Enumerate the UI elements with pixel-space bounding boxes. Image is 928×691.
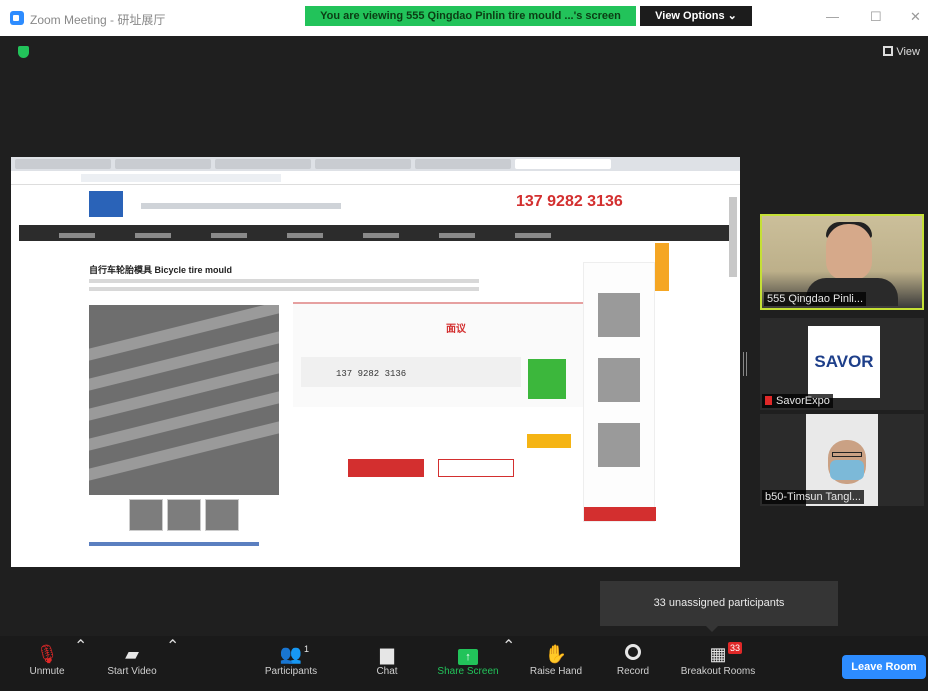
- browser-tab: [115, 159, 211, 169]
- browser-tab: [15, 159, 111, 169]
- breakout-rooms-button[interactable]: ▦ 33 Breakout Rooms: [676, 636, 760, 691]
- chat-label: Chat: [376, 666, 398, 677]
- product-description-line: [89, 287, 479, 291]
- title-bar: Zoom Meeting - 研址展厅 You are viewing 555 …: [0, 0, 928, 36]
- browser-tab-active: [515, 159, 611, 169]
- start-video-label: Start Video: [107, 666, 157, 677]
- product-description-line: [89, 279, 479, 283]
- participant-tile[interactable]: SAVOR SavorExpo: [760, 318, 924, 410]
- maximize-button[interactable]: ☐: [870, 9, 882, 25]
- site-menu-item: [135, 233, 171, 238]
- site-menu-item: [287, 233, 323, 238]
- participants-button[interactable]: 👥 1 Participants: [258, 636, 324, 691]
- window-title: Zoom Meeting - 研址展厅: [30, 13, 166, 27]
- unmute-button[interactable]: 🎙 Unmute: [22, 636, 72, 691]
- browser-tab-strip: [11, 157, 740, 171]
- security-shield-icon[interactable]: [18, 46, 29, 58]
- page-scrollbar: [729, 197, 737, 277]
- participant-tile[interactable]: b50-Timsun Tangl...: [760, 414, 924, 506]
- people-icon: 👥: [279, 644, 303, 664]
- site-phone: 137 9282 3136: [516, 193, 623, 210]
- shared-screen[interactable]: 137 9282 3136 自行车轮胎模具 Bicycle tire mould…: [11, 157, 740, 567]
- related-products-panel: [583, 262, 656, 522]
- record-icon: [625, 644, 641, 660]
- share-options-caret[interactable]: ⌃: [502, 636, 515, 691]
- related-product-image: [598, 358, 640, 402]
- view-options-button[interactable]: View Options ⌄: [640, 6, 752, 26]
- participant-tile-speaker[interactable]: 555 Qingdao Pinli...: [760, 214, 924, 310]
- site-menu-item: [363, 233, 399, 238]
- chat-bubble-icon: ▆: [380, 644, 394, 664]
- image-thumbnail: [129, 499, 163, 531]
- participant-name: SavorExpo: [762, 394, 833, 408]
- audio-options-caret[interactable]: ⌃: [74, 636, 87, 691]
- browser-tab: [215, 159, 311, 169]
- start-video-button[interactable]: ▰ Start Video: [100, 636, 164, 691]
- add-to-inquiry-button: [348, 459, 424, 477]
- related-product-image: [598, 293, 640, 337]
- site-menu-bar: [19, 225, 732, 241]
- site-logo: [89, 191, 123, 217]
- contact-button: [438, 459, 514, 477]
- participants-label: Participants: [264, 666, 318, 677]
- grid-view-icon: [883, 46, 894, 56]
- close-button[interactable]: ✕: [910, 9, 921, 25]
- mic-off-icon: 🎙: [35, 644, 59, 664]
- mic-off-icon: [765, 396, 772, 405]
- minimize-button[interactable]: —: [826, 9, 839, 24]
- video-options-caret[interactable]: ⌃: [166, 636, 179, 691]
- record-label: Record: [616, 666, 650, 677]
- browser-tab: [415, 159, 511, 169]
- tire-mould-image: [89, 305, 279, 495]
- breakout-rooms-label: Breakout Rooms: [680, 666, 756, 677]
- site-header-links: [141, 203, 341, 209]
- contact-box: 137 9282 3136: [301, 357, 521, 387]
- related-product-image: [598, 423, 640, 467]
- raise-hand-button[interactable]: ✋ Raise Hand: [526, 636, 586, 691]
- share-arrow-icon: ↑: [458, 649, 478, 665]
- meeting-toolbar: 🎙 Unmute ⌃ ▰ Start Video ⌃ 👥 1 Participa…: [0, 636, 928, 691]
- leave-room-button[interactable]: Leave Room: [842, 655, 926, 679]
- hand-icon: ✋: [544, 644, 568, 664]
- participants-count: 1: [304, 644, 310, 654]
- view-toggle-button[interactable]: View: [883, 46, 920, 58]
- browser-tab: [315, 159, 411, 169]
- site-header: 137 9282 3136: [11, 185, 740, 225]
- breakout-badge: 33: [728, 642, 743, 654]
- screen-share-banner: You are viewing 555 Qingdao Pinlin tire …: [305, 6, 636, 26]
- participant-name: 555 Qingdao Pinli...: [764, 292, 867, 306]
- chat-button[interactable]: ▆ Chat: [370, 636, 404, 691]
- share-screen-label: Share Screen: [437, 666, 499, 677]
- share-screen-button[interactable]: ↑ Share Screen: [434, 636, 502, 691]
- zoom-logo-icon: [10, 11, 24, 25]
- url-field: [81, 174, 281, 182]
- record-button[interactable]: Record: [612, 636, 654, 691]
- more-button: [584, 507, 656, 521]
- price-negotiable: 面议: [446, 324, 466, 335]
- site-menu-item: [211, 233, 247, 238]
- image-thumbnail: [205, 499, 239, 531]
- video-off-icon: ▰: [125, 644, 139, 664]
- floating-tab: [655, 243, 669, 291]
- participant-name: b50-Timsun Tangl...: [762, 490, 864, 504]
- unassigned-participants-notice[interactable]: 33 unassigned participants: [600, 581, 838, 632]
- browser-address-bar: [11, 171, 740, 185]
- site-menu-item: [515, 233, 551, 238]
- unmute-label: Unmute: [29, 666, 65, 677]
- site-menu-item: [59, 233, 95, 238]
- related-links: [89, 542, 259, 546]
- site-menu-item: [439, 233, 475, 238]
- contact-number: 137 9282 3136: [336, 369, 407, 379]
- panel-resize-handle[interactable]: [743, 352, 747, 376]
- savor-logo: SAVOR: [808, 326, 880, 398]
- image-thumbnail: [167, 499, 201, 531]
- raise-hand-label: Raise Hand: [529, 666, 583, 677]
- grid-icon: ▦: [709, 644, 727, 664]
- wechat-icon: [528, 359, 566, 399]
- view-toggle-label: View: [896, 46, 920, 58]
- inquiry-button: [527, 434, 571, 448]
- product-title: 自行车轮胎模具 Bicycle tire mould: [89, 265, 233, 275]
